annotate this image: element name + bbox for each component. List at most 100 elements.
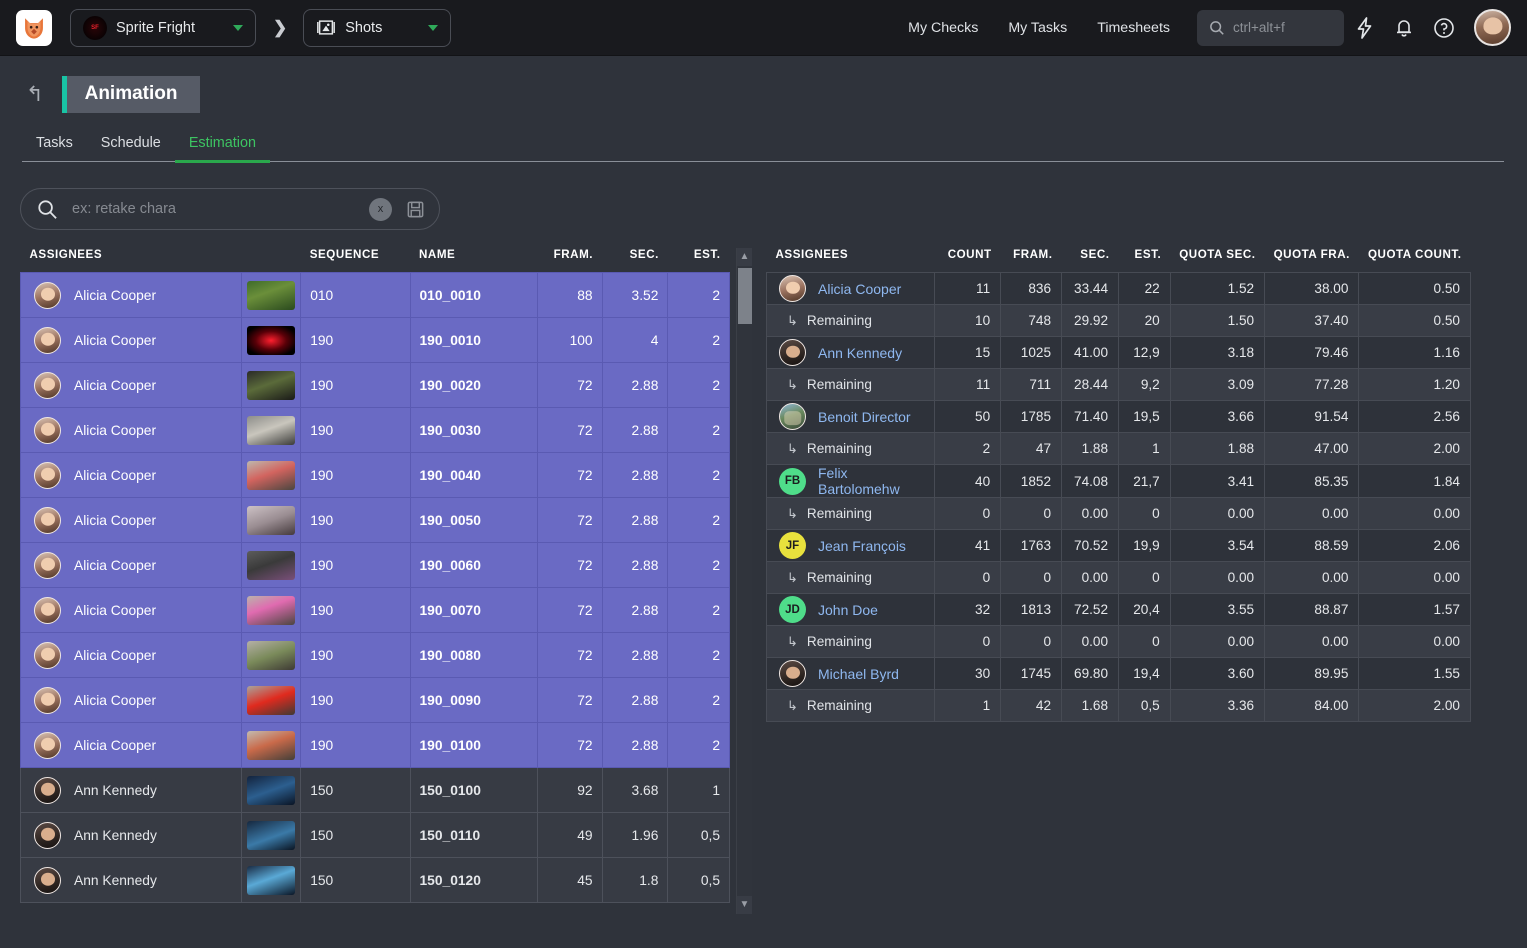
col-sequence[interactable]: SEQUENCE	[301, 248, 410, 273]
table-row-remaining[interactable]: ↳ Remaining 10 748 29.92 20 1.50 37.40 0.50	[765, 304, 1471, 337]
table-row[interactable]: JD John Doe 32 1813 72.52 20,4 3.55 88.87 1.57	[765, 593, 1471, 626]
cell-thumbnail[interactable]	[240, 587, 302, 633]
assignee-name[interactable]: Jean François	[818, 538, 906, 554]
table-row[interactable]: Michael Byrd 30 1745 69.80 19,4 3.60 89.95 1.55	[765, 657, 1471, 690]
remaining-label: Remaining	[806, 441, 872, 456]
assignee-name[interactable]: Benoit Director	[818, 409, 911, 425]
table-row[interactable]: Ann Kennedy 150 150_0110 49 1.96 0,5	[20, 812, 730, 858]
cell-thumbnail[interactable]	[240, 272, 302, 318]
table-row[interactable]: Ann Kennedy 150 150_0120 45 1.8 0,5	[20, 857, 730, 903]
cell-seconds: 71.40	[1061, 400, 1120, 433]
table-row[interactable]: Alicia Cooper 190 190_0040 72 2.88 2	[20, 452, 730, 498]
avatar[interactable]	[1474, 9, 1511, 46]
col-frames[interactable]: FRAM.	[1001, 248, 1062, 273]
project-selector[interactable]: SF Sprite Fright	[70, 8, 256, 47]
cell-thumbnail[interactable]	[240, 677, 302, 723]
cell-count: 10	[934, 304, 1002, 337]
col-seconds[interactable]: SEC.	[1062, 248, 1119, 273]
cell-estimation: 22	[1118, 272, 1171, 305]
table-row[interactable]: Alicia Cooper 190 190_0050 72 2.88 2	[20, 497, 730, 543]
cell-thumbnail[interactable]	[240, 857, 302, 903]
cell-thumbnail[interactable]	[240, 497, 302, 543]
bell-icon[interactable]	[1384, 8, 1424, 48]
entity-type-selector[interactable]: Shots	[303, 8, 452, 47]
col-estimation[interactable]: EST.	[1119, 248, 1171, 273]
scrollbar-thumb[interactable]	[738, 268, 752, 324]
cell-assignee: FB Felix Bartolomehw	[765, 464, 936, 498]
tab-tasks[interactable]: Tasks	[22, 129, 87, 163]
remaining-label: Remaining	[806, 698, 872, 713]
scroll-down-button[interactable]: ▼	[737, 896, 752, 914]
col-assignees[interactable]: ASSIGNEES	[21, 248, 242, 273]
help-circle-icon[interactable]	[1424, 8, 1464, 48]
table-row[interactable]: Alicia Cooper 190 190_0020 72 2.88 2	[20, 362, 730, 408]
table-row[interactable]: JF Jean François 41 1763 70.52 19,9 3.54 88.59 2…	[765, 529, 1471, 562]
table-row[interactable]: Ann Kennedy 150 150_0100 92 3.68 1	[20, 767, 730, 813]
table-row[interactable]: Ann Kennedy 15 1025 41.00 12,9 3.18 79.46 1.16	[765, 336, 1471, 369]
assignee-name[interactable]: Ann Kennedy	[818, 345, 902, 361]
cell-thumbnail[interactable]	[240, 812, 302, 858]
assignee-name[interactable]: Michael Byrd	[818, 666, 899, 682]
table-row[interactable]: Alicia Cooper 010 010_0010 88 3.52 2	[20, 272, 730, 318]
table-row[interactable]: Alicia Cooper 190 190_0030 72 2.88 2	[20, 407, 730, 453]
table-row[interactable]: Alicia Cooper 190 190_0080 72 2.88 2	[20, 632, 730, 678]
cell-thumbnail[interactable]	[240, 722, 302, 768]
col-seconds[interactable]: SEC.	[602, 248, 668, 273]
global-search-input[interactable]: ctrl+alt+f	[1197, 9, 1344, 46]
cell-assignee: Michael Byrd	[765, 657, 936, 690]
cell-thumbnail[interactable]	[240, 767, 302, 813]
table-row-remaining[interactable]: ↳ Remaining 0 0 0.00 0 0.00 0.00 0.00	[765, 497, 1471, 530]
assignee-name[interactable]: John Doe	[818, 602, 878, 618]
col-quota-fra[interactable]: QUOTA FRA.	[1265, 248, 1359, 273]
floppy-disk-icon[interactable]	[406, 200, 425, 219]
nav-my-checks[interactable]: My Checks	[893, 20, 993, 36]
search-input[interactable]	[72, 201, 355, 217]
scroll-up-button[interactable]: ▲	[737, 248, 752, 266]
table-row-remaining[interactable]: ↳ Remaining 2 47 1.88 1 1.88 47.00 2.00	[765, 432, 1471, 465]
table-row-remaining[interactable]: ↳ Remaining 11 711 28.44 9,2 3.09 77.28 1.20	[765, 368, 1471, 401]
table-row-remaining[interactable]: ↳ Remaining 1 42 1.68 0,5 3.36 84.00 2.00	[765, 689, 1471, 722]
shot-thumbnail	[246, 460, 295, 490]
table-row[interactable]: Alicia Cooper 190 190_0060 72 2.88 2	[20, 542, 730, 588]
table-row-remaining[interactable]: ↳ Remaining 0 0 0.00 0 0.00 0.00 0.00	[765, 625, 1471, 658]
cell-frames: 72	[536, 362, 603, 408]
back-arrow-icon[interactable]: ↰	[22, 82, 48, 107]
table-row[interactable]: Alicia Cooper 190 190_0070 72 2.88 2	[20, 587, 730, 633]
cell-thumbnail[interactable]	[240, 317, 302, 363]
cell-seconds: 70.52	[1061, 529, 1120, 562]
nav-my-tasks[interactable]: My Tasks	[993, 20, 1082, 36]
cell-seconds: 2.88	[601, 452, 669, 498]
assignee-name[interactable]: Felix Bartolomehw	[818, 465, 924, 497]
scrollbar-track[interactable]	[737, 266, 752, 896]
search-filter-box[interactable]: x	[20, 188, 440, 230]
cell-thumbnail[interactable]	[240, 632, 302, 678]
table-row[interactable]: Alicia Cooper 190 190_0100 72 2.88 2	[20, 722, 730, 768]
shots-table-scrollbar[interactable]: ▲ ▼	[736, 248, 752, 914]
table-row[interactable]: Benoit Director 50 1785 71.40 19,5 3.66 91.54 2…	[765, 400, 1471, 433]
col-assignees[interactable]: ASSIGNEES	[767, 248, 935, 273]
col-quota-count[interactable]: QUOTA COUNT.	[1359, 248, 1471, 273]
cell-thumbnail[interactable]	[240, 362, 302, 408]
table-row-remaining[interactable]: ↳ Remaining 0 0 0.00 0 0.00 0.00 0.00	[765, 561, 1471, 594]
nav-timesheets[interactable]: Timesheets	[1082, 20, 1185, 36]
table-row[interactable]: FB Felix Bartolomehw 40 1852 74.08 21,7 3.41 85…	[765, 464, 1471, 498]
col-estimation[interactable]: EST.	[668, 248, 730, 273]
col-name[interactable]: NAME	[410, 248, 537, 273]
assignee-name: Alicia Cooper	[74, 557, 157, 573]
lightning-bolt-icon[interactable]	[1344, 8, 1384, 48]
col-count[interactable]: COUNT	[935, 248, 1001, 273]
fox-logo[interactable]	[16, 9, 52, 46]
table-row[interactable]: Alicia Cooper 190 190_0010 100 4 2	[20, 317, 730, 363]
clear-search-button[interactable]: x	[369, 197, 392, 221]
table-row[interactable]: Alicia Cooper 11 836 33.44 22 1.52 38.00 0.50	[765, 272, 1471, 305]
cell-thumbnail[interactable]	[240, 542, 302, 588]
assignee-name[interactable]: Alicia Cooper	[818, 281, 901, 297]
col-quota-sec[interactable]: QUOTA SEC.	[1170, 248, 1264, 273]
tab-estimation[interactable]: Estimation	[174, 129, 270, 163]
cell-thumbnail[interactable]	[240, 452, 302, 498]
cell-thumbnail[interactable]	[240, 407, 302, 453]
table-row[interactable]: Alicia Cooper 190 190_0090 72 2.88 2	[20, 677, 730, 723]
col-frames[interactable]: FRAM.	[537, 248, 602, 273]
cell-estimation: 2	[667, 587, 730, 633]
tab-schedule[interactable]: Schedule	[87, 129, 175, 163]
